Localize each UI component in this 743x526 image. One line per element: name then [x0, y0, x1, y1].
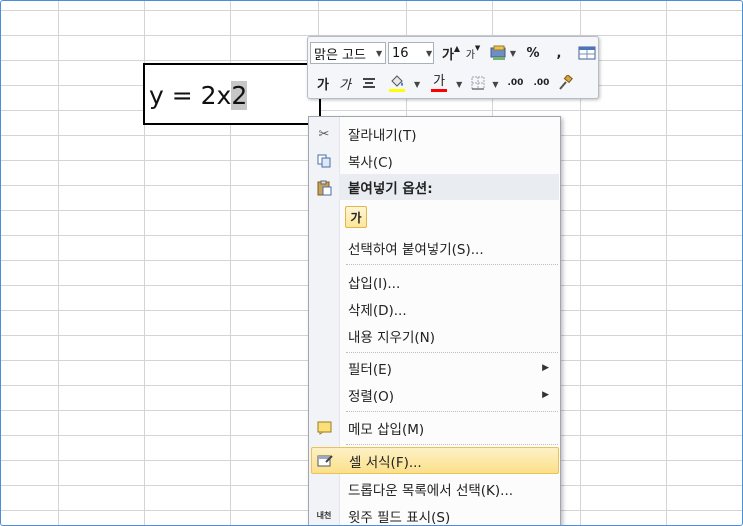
align-center-icon — [363, 78, 375, 88]
chevron-down-icon[interactable]: ▼ — [492, 80, 498, 89]
format-painter-button[interactable] — [554, 72, 576, 94]
font-color-swatch — [431, 88, 448, 92]
scissors-icon: ✂ — [318, 126, 330, 142]
copy-icon — [311, 154, 337, 168]
phonetic-icon-glyph: 내천 — [316, 511, 332, 520]
decrease-decimal-button[interactable]: .00 — [528, 72, 554, 94]
excel-window: y = 2x2 맑은 고드 ▼ 16 ▼ 가 ▲ 가 ▼ ▼ % , 가 가 ▼… — [0, 0, 743, 526]
chevron-down-icon: ▼ — [376, 48, 383, 58]
grow-font-button[interactable]: 가 ▲ — [440, 42, 462, 64]
submenu-arrow-icon: ▶ — [542, 363, 549, 373]
percent-style-button[interactable]: % — [522, 42, 544, 64]
menu-separator — [346, 352, 558, 353]
italic-button[interactable]: 가 — [334, 72, 356, 94]
center-align-button[interactable] — [356, 72, 382, 94]
menu-separator — [346, 264, 558, 265]
menu-item-insert-comment[interactable]: 메모 삽입(M) — [311, 415, 559, 441]
menu-item-phonetic[interactable]: 내천 윗주 필드 표시(S) — [311, 503, 559, 526]
menu-item-cut[interactable]: ✂ 잘라내기(T) — [311, 121, 559, 147]
comment-icon — [311, 421, 337, 435]
submenu-arrow-icon: ▶ — [542, 390, 549, 400]
menu-item-insert[interactable]: 삽입(I)... — [311, 269, 559, 295]
menu-item-copy-label: 복사(C) — [348, 155, 393, 171]
borders-icon — [471, 76, 485, 90]
menu-item-clear-contents[interactable]: 내용 지우기(N) — [311, 323, 559, 349]
comma-style-button[interactable]: , — [548, 42, 570, 64]
increase-decimal-button[interactable]: .00 — [502, 72, 528, 94]
chevron-down-icon: ▼ — [509, 48, 517, 58]
bold-button[interactable]: 가 — [312, 72, 334, 94]
cell-text-selection: 2 — [231, 81, 248, 110]
font-size-dropdown[interactable]: 16 ▼ — [388, 42, 434, 64]
decrease-decimal-icon: .00 — [533, 78, 550, 88]
cell-text-prefix: y = 2x — [149, 81, 232, 110]
cell-text: y = 2x2 — [149, 81, 248, 111]
menu-item-cut-label: 잘라내기(T) — [348, 128, 417, 144]
font-color-button[interactable]: 가 — [424, 72, 454, 94]
menu-item-sort-label: 정렬(O) — [348, 389, 394, 405]
chevron-down-icon: ▼ — [426, 48, 433, 58]
format-painter-toolbar-button[interactable] — [576, 42, 598, 64]
format-cells-icon — [312, 454, 338, 468]
menu-item-paste-special-label: 선택하여 붙여넣기(S)... — [348, 242, 484, 258]
active-cell-editor[interactable]: y = 2x2 — [143, 63, 321, 125]
menu-item-insert-comment-label: 메모 삽입(M) — [348, 422, 425, 438]
menu-item-delete-label: 삭제(D)... — [348, 303, 407, 319]
format-table-icon — [578, 46, 596, 60]
shrink-font-button[interactable]: 가 ▼ — [462, 42, 484, 64]
menu-item-filter[interactable]: 필터(E) ▶ — [311, 355, 559, 381]
menu-item-pick-from-list-label: 드롭다운 목록에서 선택(K)... — [348, 483, 514, 499]
menu-separator — [346, 411, 558, 412]
font-color-icon: 가 — [433, 73, 446, 89]
increase-decimal-icon: .00 — [507, 78, 524, 88]
shrink-font-icon: 가 — [465, 49, 475, 61]
paste-values-icon: 가 — [350, 210, 362, 225]
menu-item-phonetic-label: 윗주 필드 표시(S) — [348, 510, 451, 526]
context-menu: ✂ 잘라내기(T) 복사(C) 붙여넣기 옵션: 가 선택하여 붙여넣기(S).… — [308, 116, 561, 526]
fill-color-button[interactable] — [382, 72, 412, 94]
menu-item-filter-label: 필터(E) — [348, 362, 392, 378]
borders-button[interactable] — [466, 72, 490, 94]
font-size-value: 16 — [392, 45, 409, 61]
font-name-dropdown[interactable]: 맑은 고드 ▼ — [310, 42, 386, 64]
menu-item-sort[interactable]: 정렬(O) ▶ — [311, 382, 559, 408]
menu-separator — [346, 444, 558, 445]
chevron-down-icon[interactable]: ▼ — [414, 80, 420, 89]
menu-item-format-cells[interactable]: 셀 서식(F)... — [311, 447, 559, 474]
paintbrush-icon — [559, 75, 574, 90]
grow-font-icon: 가 — [441, 47, 454, 63]
fill-color-swatch — [389, 88, 405, 92]
paste-values-button[interactable]: 가 — [345, 206, 367, 228]
clipboard-icon — [316, 180, 332, 200]
accounting-format-icon — [490, 45, 506, 60]
paint-bucket-icon — [391, 74, 403, 87]
menu-item-clear-contents-label: 내용 지우기(N) — [348, 330, 436, 346]
menu-item-copy[interactable]: 복사(C) — [311, 148, 559, 174]
menu-item-insert-label: 삽입(I)... — [348, 276, 401, 292]
accounting-format-button[interactable]: ▼ — [488, 42, 518, 64]
paste-options-label: 붙여넣기 옵션: — [348, 181, 433, 197]
menu-item-delete[interactable]: 삭제(D)... — [311, 296, 559, 322]
menu-item-pick-from-list[interactable]: 드롭다운 목록에서 선택(K)... — [311, 476, 559, 502]
menu-item-paste-special[interactable]: 선택하여 붙여넣기(S)... — [311, 235, 559, 261]
font-name-value: 맑은 고드 — [314, 47, 366, 63]
chevron-down-icon[interactable]: ▼ — [456, 80, 462, 89]
menu-item-format-cells-label: 셀 서식(F)... — [349, 454, 422, 471]
phonetic-icon: 내천 — [311, 512, 337, 520]
menu-header-paste-options: 붙여넣기 옵션: — [339, 174, 559, 200]
mini-toolbar: 맑은 고드 ▼ 16 ▼ 가 ▲ 가 ▼ ▼ % , 가 가 ▼ 가 ▼ ▼ .… — [307, 36, 599, 99]
